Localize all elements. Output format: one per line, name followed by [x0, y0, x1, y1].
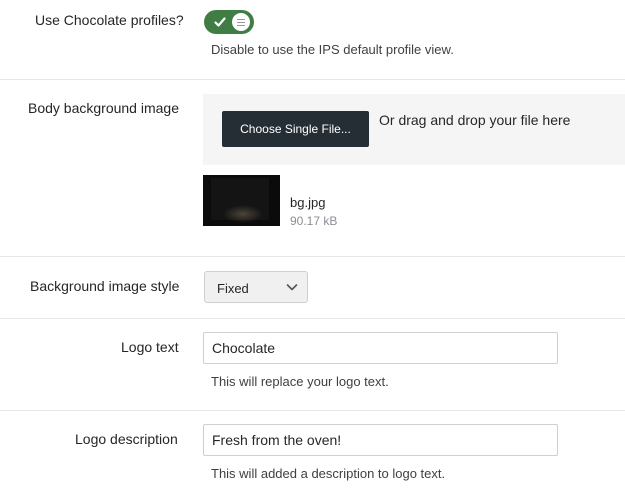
chevron-down-icon [286, 284, 298, 291]
file-upload-area[interactable]: Choose Single File... Or drag and drop y… [203, 94, 625, 165]
background-style-select[interactable]: Fixed [204, 271, 308, 303]
divider [0, 256, 625, 257]
logo-description-description: This will added a description to logo te… [211, 466, 446, 481]
file-thumbnail [203, 175, 280, 226]
divider [0, 410, 625, 411]
toggle-knob [232, 13, 250, 31]
background-style-label: Background image style [30, 278, 180, 294]
chocolate-profiles-description: Disable to use the IPS default profile v… [211, 42, 454, 57]
file-name: bg.jpg [290, 195, 326, 210]
divider [0, 318, 625, 319]
logo-text-label: Logo text [121, 339, 179, 355]
logo-description-label: Logo description [75, 431, 178, 447]
body-background-label: Body background image [28, 100, 179, 116]
logo-text-description: This will replace your logo text. [211, 374, 389, 389]
background-style-value: Fixed [217, 281, 249, 296]
logo-description-input[interactable] [203, 424, 558, 456]
divider [0, 79, 625, 80]
file-size: 90.17 kB [290, 214, 338, 228]
logo-text-input[interactable] [203, 332, 558, 364]
chocolate-profiles-toggle[interactable] [204, 10, 254, 34]
choose-file-button[interactable]: Choose Single File... [222, 111, 369, 147]
chocolate-profiles-label: Use Chocolate profiles? [35, 12, 184, 28]
check-icon [214, 17, 226, 27]
drag-drop-text: Or drag and drop your file here [379, 112, 571, 128]
